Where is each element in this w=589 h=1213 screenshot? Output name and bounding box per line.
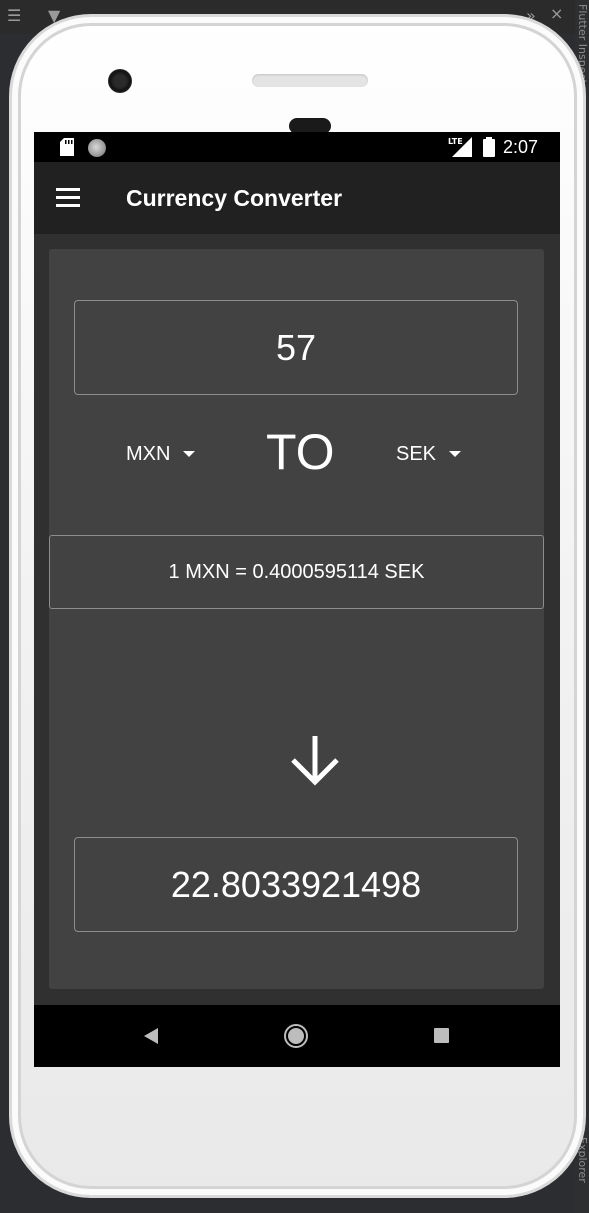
battery-icon bbox=[483, 137, 495, 157]
arrow-down-icon bbox=[291, 736, 339, 786]
to-label: TO bbox=[266, 424, 335, 480]
lte-label: LTE bbox=[448, 137, 463, 146]
from-currency-dropdown[interactable]: MXN bbox=[126, 439, 196, 469]
to-currency-dropdown[interactable]: SEK bbox=[396, 439, 462, 469]
front-camera bbox=[108, 69, 132, 93]
lte-signal-icon: LTE bbox=[448, 137, 472, 157]
converted-result: 22.8033921498 bbox=[74, 837, 518, 932]
sd-card-icon bbox=[60, 138, 74, 156]
app-title: Currency Converter bbox=[126, 185, 343, 211]
status-time: 2:07 bbox=[503, 137, 539, 157]
amount-input[interactable]: 57 bbox=[74, 300, 518, 395]
converter-card: 57 MXN TO SEK 1 MXN = 0.4000595114 SEK 2… bbox=[49, 249, 544, 989]
status-bar: LTE 2:07 bbox=[34, 132, 560, 162]
ide-structure-icon[interactable]: ☰ bbox=[7, 8, 21, 24]
from-currency-value: MXN bbox=[126, 442, 171, 465]
dropdown-arrow-icon bbox=[449, 451, 462, 457]
menu-icon[interactable] bbox=[56, 188, 82, 208]
app-bar: Currency Converter bbox=[34, 162, 560, 234]
earpiece-speaker bbox=[252, 74, 368, 87]
to-currency-value: SEK bbox=[396, 442, 437, 465]
home-icon[interactable] bbox=[284, 1024, 308, 1048]
back-icon[interactable] bbox=[144, 1028, 158, 1044]
exchange-rate-display: 1 MXN = 0.4000595114 SEK bbox=[49, 535, 544, 609]
recents-icon[interactable] bbox=[434, 1028, 449, 1043]
dropdown-arrow-icon bbox=[183, 451, 196, 457]
ide-close-icon[interactable]: × bbox=[550, 6, 563, 22]
navigation-bar bbox=[34, 1005, 560, 1067]
phone-screen: LTE 2:07 Currency Converter 57 MXN TO SE… bbox=[34, 132, 560, 1067]
sync-icon bbox=[88, 139, 106, 157]
